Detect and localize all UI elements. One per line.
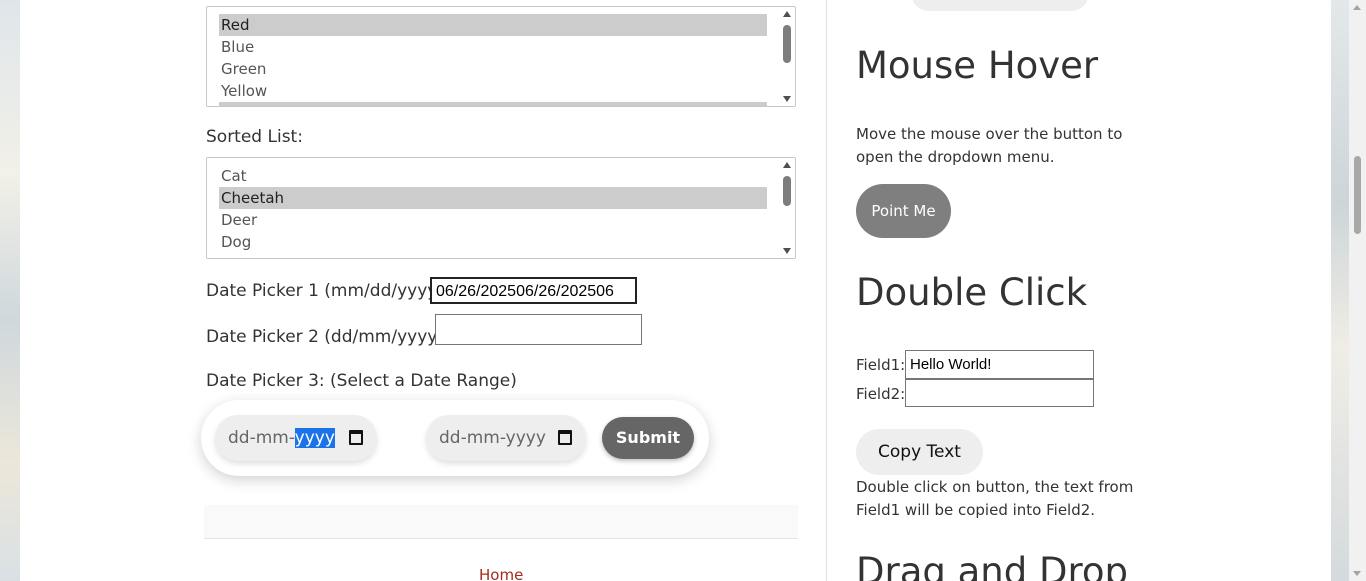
- double-click-heading: Double Click: [856, 271, 1088, 314]
- scroll-down-arrow-icon[interactable]: [1353, 571, 1361, 576]
- end-date-input[interactable]: dd-mm-yyyy: [426, 415, 586, 461]
- drag-and-drop-heading: Drag and Drop: [856, 550, 1129, 581]
- background-left-panel: [0, 0, 20, 581]
- sorted-list-label: Sorted List:: [206, 127, 303, 147]
- mouse-hover-description: Move the mouse over the button to open t…: [856, 125, 1123, 166]
- list-item[interactable]: Dog: [219, 231, 767, 253]
- submit-button[interactable]: Submit: [602, 417, 694, 459]
- date-picker-1-label: Date Picker 1 (mm/dd/yyyy):: [206, 281, 450, 301]
- field1-label: Field1:: [856, 356, 906, 374]
- scrollbar-thumb[interactable]: [1354, 156, 1361, 234]
- double-click-description: Double click on button, the text from Fi…: [856, 478, 1134, 519]
- list-item[interactable]: Cat: [219, 165, 767, 187]
- scroll-up-arrow-icon[interactable]: [1353, 5, 1361, 10]
- column-divider: [826, 0, 827, 581]
- previous-section-button[interactable]: [911, 0, 1089, 11]
- field2-input[interactable]: [905, 379, 1094, 407]
- scrollbar-thumb[interactable]: [783, 25, 791, 63]
- start-date-prefix: dd-mm-: [228, 428, 295, 448]
- date-range-card: dd-mm-yyyy dd-mm-yyyy Submit: [201, 400, 709, 476]
- start-date-input[interactable]: dd-mm-yyyy: [215, 415, 377, 461]
- home-link[interactable]: Home: [479, 566, 523, 581]
- list-item[interactable]: Red: [219, 14, 767, 36]
- field2-label: Field2:: [856, 385, 906, 403]
- mouse-hover-heading: Mouse Hover: [856, 44, 1099, 87]
- scroll-up-arrow-icon[interactable]: [783, 162, 791, 168]
- date-picker-2-input[interactable]: [435, 314, 642, 345]
- listbox-scrollbar[interactable]: [779, 158, 795, 258]
- list-item[interactable]: Yellow: [219, 80, 767, 102]
- start-date-year-highlight: yyyy: [294, 428, 335, 448]
- page-content: Red Blue Green Yellow Sorted List: Cat C…: [20, 0, 1331, 581]
- date-picker-1-input[interactable]: 06/26/202506/26/202506: [430, 277, 637, 304]
- scroll-up-arrow-icon[interactable]: [783, 11, 791, 17]
- list-item[interactable]: Green: [219, 58, 767, 80]
- field1-input[interactable]: Hello World!: [905, 350, 1094, 379]
- page-scrollbar[interactable]: [1349, 0, 1366, 581]
- list-item[interactable]: Deer: [219, 209, 767, 231]
- scrollbar-thumb[interactable]: [783, 176, 791, 206]
- date-picker-3-label: Date Picker 3: (Select a Date Range): [206, 371, 517, 391]
- list-item[interactable]: Cheetah: [219, 187, 767, 209]
- calendar-icon[interactable]: [349, 430, 363, 445]
- point-me-button[interactable]: Point Me: [856, 184, 951, 238]
- list-item[interactable]: Blue: [219, 36, 767, 58]
- copy-text-button[interactable]: Copy Text: [856, 429, 983, 475]
- footer-bar: [204, 505, 798, 539]
- calendar-icon[interactable]: [558, 430, 572, 445]
- listbox-scrollbar[interactable]: [779, 7, 795, 106]
- list-item-partial[interactable]: [219, 102, 767, 106]
- end-date-placeholder: dd-mm-yyyy: [439, 428, 546, 448]
- colors-listbox[interactable]: Red Blue Green Yellow: [206, 6, 796, 107]
- scroll-down-arrow-icon[interactable]: [783, 248, 791, 254]
- scroll-down-arrow-icon[interactable]: [783, 96, 791, 102]
- sorted-listbox[interactable]: Cat Cheetah Deer Dog: [206, 157, 796, 259]
- date-picker-2-label: Date Picker 2 (dd/mm/yyyy) :: [206, 327, 456, 347]
